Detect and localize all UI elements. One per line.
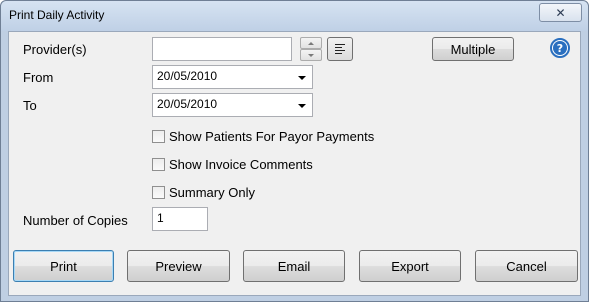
export-button[interactable]: Export: [359, 250, 461, 282]
to-date-value: 20/05/2010: [157, 97, 218, 111]
show-patients-checkbox-row[interactable]: Show Patients For Payor Payments: [152, 129, 374, 144]
from-date-select[interactable]: 20/05/2010: [152, 65, 313, 89]
show-invoice-comments-checkbox[interactable]: [152, 158, 165, 171]
providers-spinner: [300, 37, 322, 61]
summary-only-label: Summary Only: [169, 185, 255, 200]
provider-list-button[interactable]: [327, 37, 353, 61]
summary-only-checkbox-row[interactable]: Summary Only: [152, 185, 255, 200]
print-button[interactable]: Print: [13, 250, 114, 282]
multiple-button[interactable]: Multiple: [432, 37, 514, 61]
email-button[interactable]: Email: [243, 250, 345, 282]
dialog-body: Provider(s) Multiple ? From 20/05/2010 T…: [8, 31, 581, 296]
from-label: From: [23, 70, 54, 85]
providers-label: Provider(s): [23, 42, 87, 57]
providers-input[interactable]: [152, 37, 292, 61]
spin-up-icon: [308, 41, 314, 45]
copies-input[interactable]: 1: [152, 207, 208, 231]
to-label: To: [23, 98, 37, 113]
close-button[interactable]: ✕: [539, 3, 582, 22]
close-icon: ✕: [555, 5, 566, 20]
spin-up-button[interactable]: [300, 37, 322, 49]
cancel-button[interactable]: Cancel: [475, 250, 578, 282]
help-icon: ?: [553, 41, 567, 55]
spin-down-icon: [308, 53, 314, 57]
show-patients-checkbox[interactable]: [152, 130, 165, 143]
chevron-down-icon: [298, 104, 306, 108]
help-button[interactable]: ?: [550, 38, 570, 58]
preview-button[interactable]: Preview: [127, 250, 230, 282]
copies-label: Number of Copies: [23, 213, 128, 228]
show-patients-label: Show Patients For Payor Payments: [169, 129, 375, 144]
spin-down-button[interactable]: [300, 49, 322, 61]
show-invoice-comments-checkbox-row[interactable]: Show Invoice Comments: [152, 157, 313, 172]
show-invoice-comments-label: Show Invoice Comments: [169, 157, 313, 172]
chevron-down-icon: [298, 76, 306, 80]
list-lines-icon: [335, 44, 345, 56]
window-title: Print Daily Activity: [9, 8, 105, 22]
from-date-value: 20/05/2010: [157, 69, 218, 83]
dialog-window: Print Daily Activity ✕ Provider(s) Multi…: [0, 0, 589, 302]
summary-only-checkbox[interactable]: [152, 186, 165, 199]
to-date-select[interactable]: 20/05/2010: [152, 93, 313, 117]
title-bar[interactable]: Print Daily Activity ✕: [1, 1, 588, 31]
